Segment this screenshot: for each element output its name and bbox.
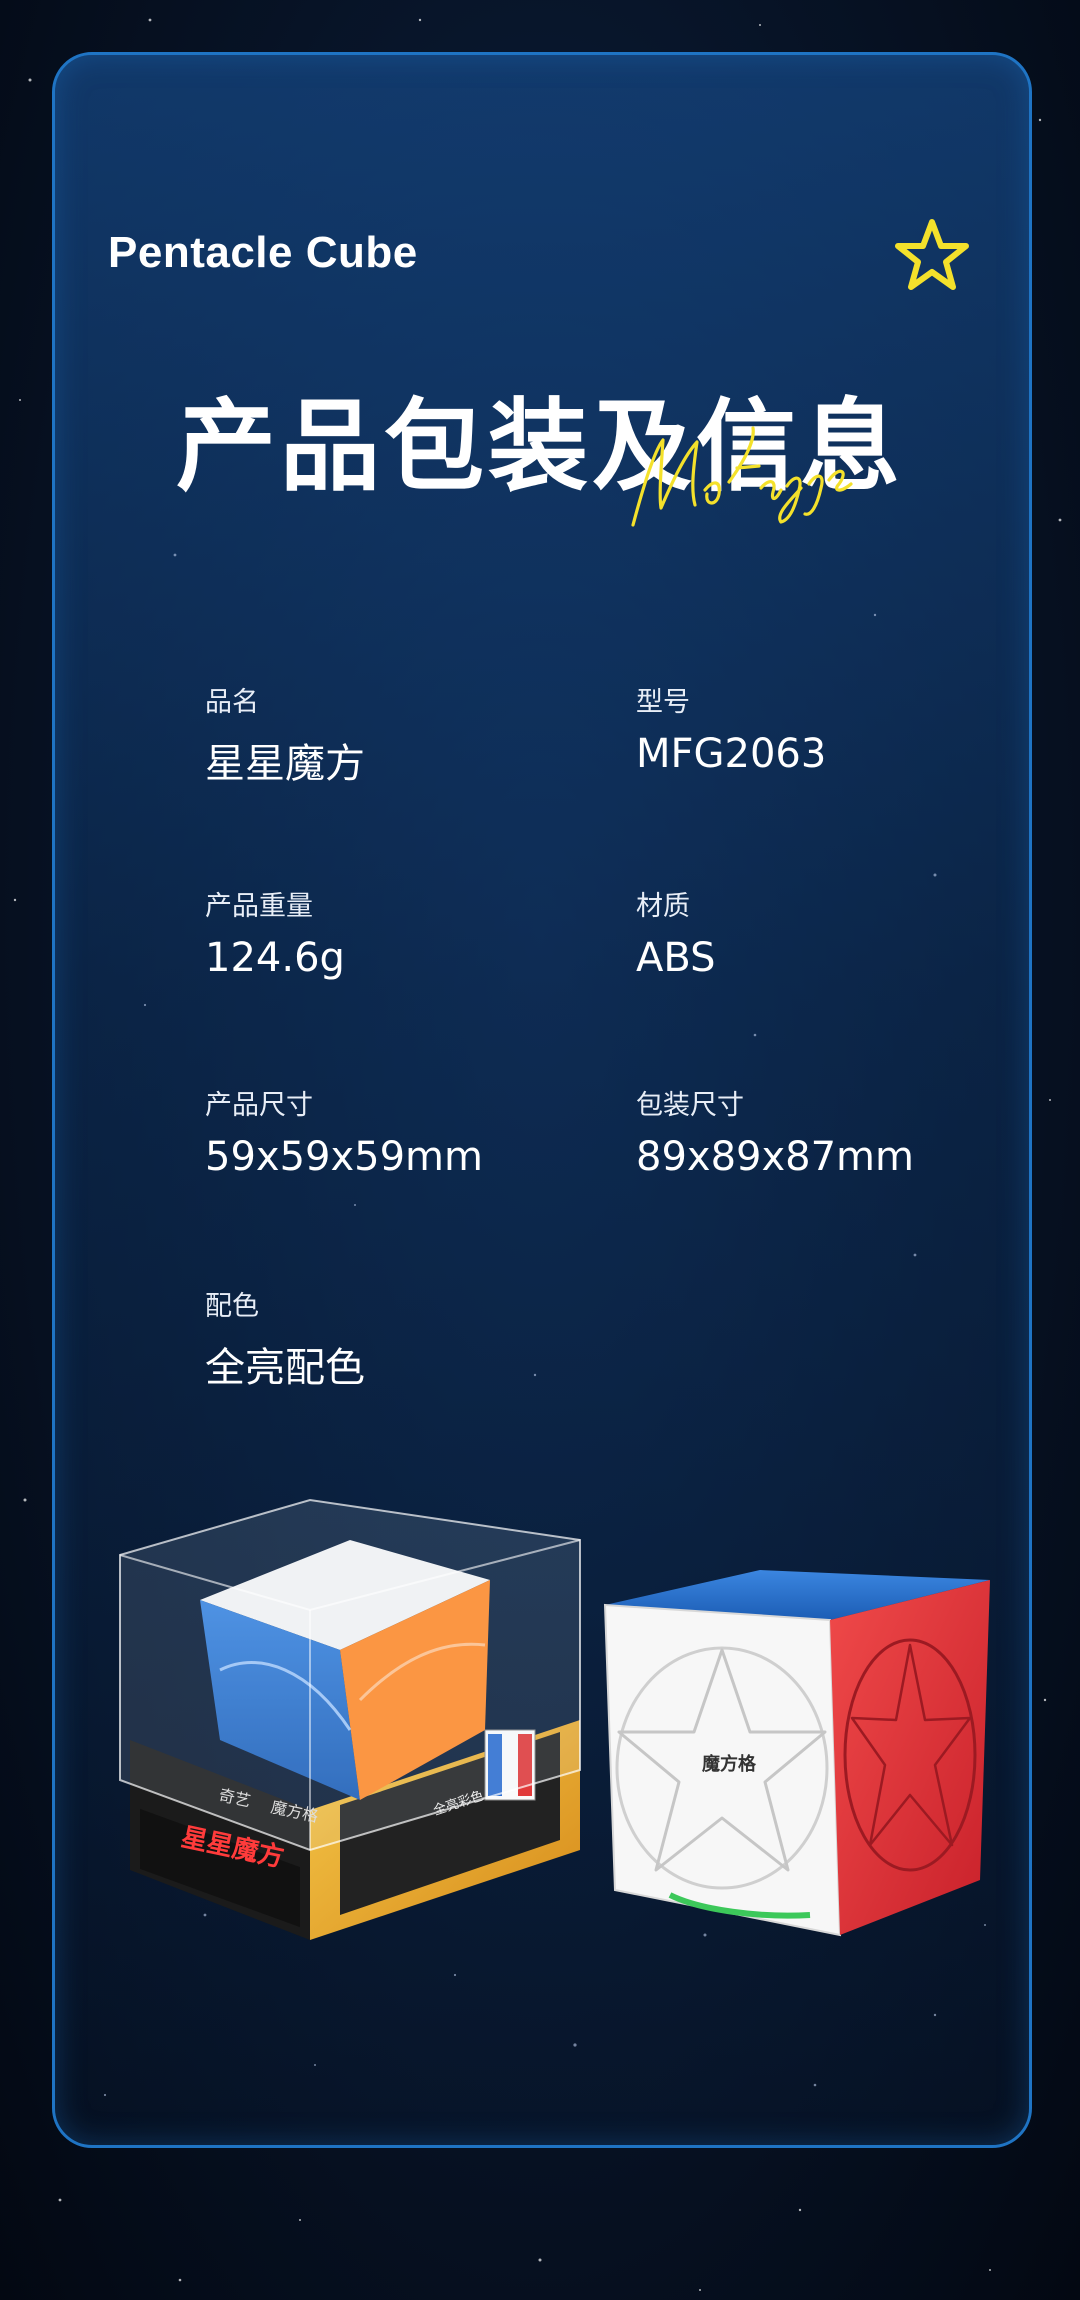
- spec-material: 材质 ABS: [636, 884, 716, 981]
- spec-value: ABS: [636, 935, 716, 981]
- product-images: 星星魔方 奇艺 魔方格 全亮彩色 魔方格: [119, 1498, 990, 1940]
- cube-logo: 魔方格: [702, 1753, 757, 1775]
- page-headline: 产品包装及信息: [176, 388, 904, 505]
- spec-value: 89x89x87mm: [636, 1134, 914, 1180]
- spec-value: 星星魔方: [205, 741, 365, 787]
- spec-product-name: 品名 星星魔方: [205, 680, 365, 789]
- spec-package-size: 包装尺寸 89x89x87mm: [636, 1083, 914, 1180]
- spec-label: 产品尺寸: [205, 1090, 313, 1121]
- brand-title: Pentacle Cube: [108, 228, 418, 277]
- spec-label: 型号: [636, 687, 690, 718]
- signature-script-decoration: [631, 426, 853, 527]
- spec-label: 产品重量: [205, 891, 313, 922]
- spec-value: 59x59x59mm: [205, 1134, 483, 1180]
- spec-value: 全亮配色: [205, 1345, 365, 1391]
- spec-weight: 产品重量 124.6g: [205, 884, 345, 981]
- star-icon: [895, 219, 969, 290]
- spec-color-scheme: 配色 全亮配色: [205, 1284, 365, 1393]
- packaged-cube-image: 星星魔方 奇艺 魔方格 全亮彩色: [119, 1498, 581, 1940]
- spec-value: 124.6g: [205, 935, 345, 981]
- spec-label: 包装尺寸: [636, 1090, 744, 1121]
- spec-label: 配色: [205, 1291, 259, 1322]
- spec-label: 材质: [636, 891, 690, 922]
- spec-value: MFG2063: [636, 731, 827, 777]
- spec-model: 型号 MFG2063: [636, 680, 826, 777]
- spec-label: 品名: [205, 687, 259, 718]
- spec-product-size: 产品尺寸 59x59x59mm: [205, 1083, 483, 1180]
- pentacle-cube-image: 魔方格: [603, 1570, 990, 1937]
